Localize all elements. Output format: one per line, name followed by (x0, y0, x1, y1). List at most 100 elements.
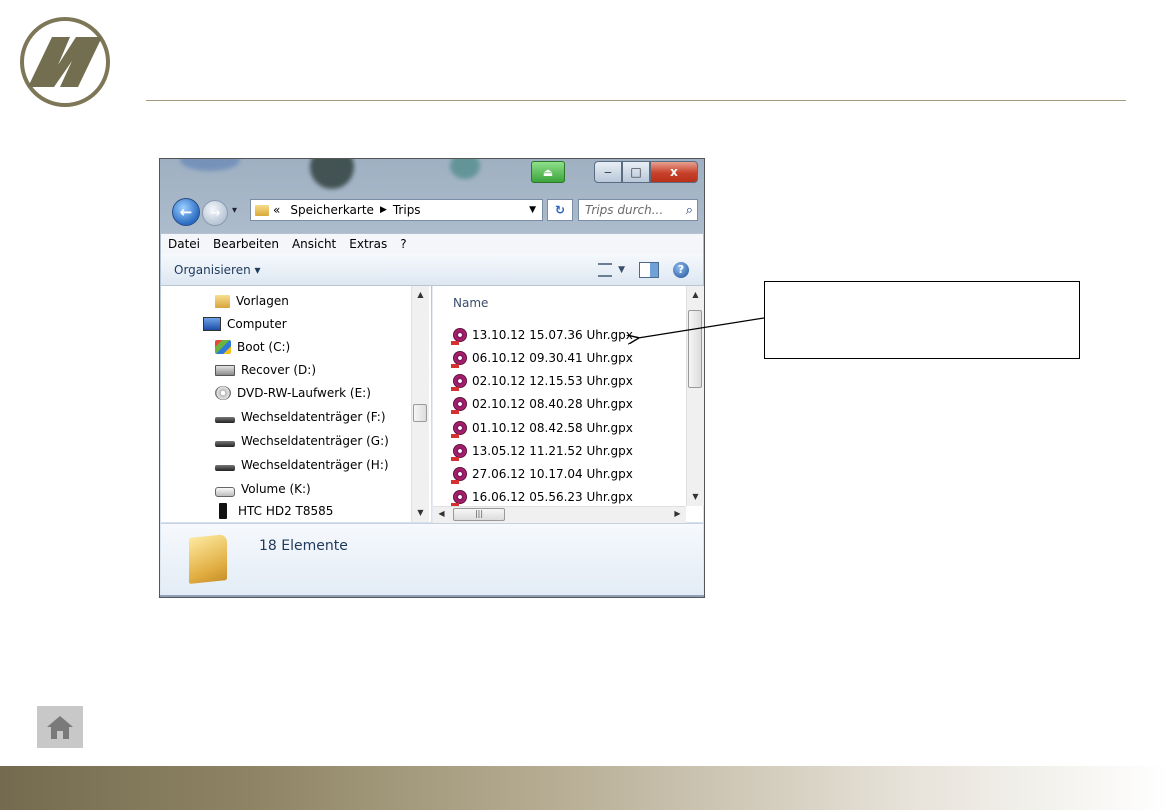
file-row[interactable]: 02.10.12 12.15.53 Uhr.gpx (451, 370, 633, 392)
nav-item-volume-k[interactable]: Volume (K:) (215, 478, 311, 500)
gpx-file-icon (451, 490, 467, 507)
folder-icon (189, 534, 227, 584)
nav-item-htc[interactable]: HTC HD2 T8585 (215, 500, 333, 522)
nav-item-label: Vorlagen (236, 294, 289, 308)
menu-bearbeiten[interactable]: Bearbeiten (213, 237, 279, 251)
view-options-button[interactable]: ▼ (598, 262, 625, 277)
search-input[interactable]: Trips durch... ⌕ (578, 199, 698, 221)
search-placeholder: Trips durch... (585, 203, 664, 217)
horizontal-scrollbar[interactable]: ◀ ||| ▶ (433, 506, 686, 523)
nav-scrollbar[interactable]: ▲ ▼ (411, 286, 429, 522)
scroll-down-icon[interactable]: ▼ (412, 508, 429, 517)
nav-item-dvd[interactable]: DVD-RW-Laufwerk (E:) (215, 382, 371, 404)
nav-item-label: HTC HD2 T8585 (238, 504, 334, 518)
breadcrumb-speicherkarte[interactable]: Speicherkarte (290, 203, 374, 217)
address-dropdown-icon[interactable]: ▼ (529, 205, 536, 215)
removable-drive-icon (215, 417, 235, 423)
search-icon[interactable]: ⌕ (686, 203, 693, 218)
help-icon[interactable]: ? (673, 261, 689, 278)
phone-icon (219, 503, 227, 519)
volume-drive-icon (215, 486, 235, 497)
file-name: 16.06.12 05.56.23 Uhr.gpx (472, 490, 633, 504)
gpx-file-icon (451, 374, 467, 391)
nav-item-removable-g[interactable]: Wechseldatenträger (G:) (215, 430, 389, 452)
scroll-down-icon[interactable]: ▼ (687, 492, 704, 501)
history-dropdown-icon[interactable]: ▾ (232, 205, 237, 216)
file-row[interactable]: 16.06.12 05.56.23 Uhr.gpx (451, 486, 633, 508)
nav-item-label: Volume (K:) (241, 482, 311, 496)
nav-item-removable-f[interactable]: Wechseldatenträger (F:) (215, 406, 386, 428)
menu-help[interactable]: ? (400, 237, 406, 251)
file-name: 02.10.12 12.15.53 Uhr.gpx (472, 374, 633, 388)
file-row[interactable]: 27.06.12 10.17.04 Uhr.gpx (451, 463, 633, 485)
eject-icon[interactable]: ⏏ (531, 161, 565, 183)
address-bar[interactable]: « Speicherkarte ▶ Trips ▼ (250, 199, 543, 221)
gpx-file-icon (451, 328, 467, 345)
back-arrow-icon[interactable]: ← (172, 198, 200, 226)
details-pane: 18 Elemente (161, 523, 703, 597)
dvd-drive-icon (215, 386, 231, 400)
nav-item-vorlagen[interactable]: Vorlagen (215, 290, 289, 312)
home-button[interactable] (37, 706, 83, 748)
gpx-file-icon (451, 467, 467, 484)
close-button[interactable]: x (650, 161, 698, 183)
folder-icon (215, 294, 230, 308)
organize-button[interactable]: Organisieren ▾ (174, 263, 261, 277)
nav-item-label: Recover (D:) (241, 363, 316, 377)
breadcrumb-trips[interactable]: Trips (393, 203, 421, 217)
file-name: 06.10.12 09.30.41 Uhr.gpx (472, 351, 633, 365)
file-pane: Name 13.10.12 15.07.36 Uhr.gpx 06.10.12 … (432, 286, 704, 523)
refresh-icon[interactable]: ↻ (547, 199, 573, 221)
explorer-window: ⏏ ‒ □ x ← → ▾ « Speicherkarte ▶ Trips ▼ … (159, 158, 705, 598)
nav-item-computer[interactable]: Computer (203, 313, 287, 335)
preview-pane-icon[interactable] (639, 261, 659, 278)
file-row[interactable]: 06.10.12 09.30.41 Uhr.gpx (451, 347, 633, 369)
menu-ansicht[interactable]: Ansicht (292, 237, 336, 251)
navigation-pane: Vorlagen Computer Boot (C:) Recover (D:)… (161, 286, 431, 522)
view-list-icon (598, 262, 613, 277)
file-name: 13.05.12 11.21.52 Uhr.gpx (472, 444, 633, 458)
nav-item-removable-h[interactable]: Wechseldatenträger (H:) (215, 454, 389, 476)
nav-scroll-thumb[interactable] (413, 404, 427, 422)
nav-item-label: Wechseldatenträger (F:) (241, 410, 386, 424)
company-logo (20, 17, 110, 107)
file-row[interactable]: 13.05.12 11.21.52 Uhr.gpx (451, 440, 633, 462)
gpx-file-icon (451, 444, 467, 461)
file-name: 01.10.12 08.42.58 Uhr.gpx (472, 421, 633, 435)
gpx-file-icon (451, 351, 467, 368)
horizontal-scroll-thumb[interactable]: ||| (453, 508, 505, 521)
breadcrumb-overflow[interactable]: « (273, 203, 280, 217)
forward-arrow-icon[interactable]: → (202, 200, 228, 226)
scroll-up-icon[interactable]: ▲ (412, 290, 429, 299)
file-scroll-thumb[interactable] (688, 310, 702, 388)
scroll-right-icon[interactable]: ▶ (669, 509, 686, 518)
nav-item-boot[interactable]: Boot (C:) (215, 336, 290, 358)
scroll-up-icon[interactable]: ▲ (687, 290, 704, 299)
file-row[interactable]: 01.10.12 08.42.58 Uhr.gpx (451, 417, 633, 439)
menu-datei[interactable]: Datei (168, 237, 200, 251)
file-row[interactable]: 13.10.12 15.07.36 Uhr.gpx (451, 324, 633, 346)
breadcrumb-separator-icon[interactable]: ▶ (380, 205, 387, 215)
gpx-file-icon (451, 397, 467, 414)
menu-bar: Datei Bearbeiten Ansicht Extras ? (161, 233, 703, 255)
file-scrollbar[interactable]: ▲ ▼ (686, 286, 704, 506)
folder-icon (255, 204, 269, 216)
home-icon (47, 716, 73, 739)
file-row[interactable]: 02.10.12 08.40.28 Uhr.gpx (451, 393, 633, 415)
removable-drive-icon (215, 441, 235, 447)
command-bar: Organisieren ▾ ▼ ? (161, 254, 703, 286)
nav-item-recover[interactable]: Recover (D:) (215, 359, 316, 381)
column-header-name[interactable]: Name (453, 296, 488, 310)
nav-item-label: Computer (227, 317, 287, 331)
file-name: 02.10.12 08.40.28 Uhr.gpx (472, 397, 633, 411)
removable-drive-icon (215, 465, 235, 471)
footer-gradient-bar (0, 766, 1170, 810)
minimize-button[interactable]: ‒ (594, 161, 622, 183)
menu-extras[interactable]: Extras (349, 237, 387, 251)
gpx-file-icon (451, 421, 467, 438)
item-count: 18 Elemente (259, 538, 348, 554)
nav-item-label: Wechseldatenträger (G:) (241, 434, 389, 448)
annotation-callout-box (764, 281, 1080, 359)
maximize-button[interactable]: □ (622, 161, 650, 183)
scroll-left-icon[interactable]: ◀ (433, 509, 450, 518)
